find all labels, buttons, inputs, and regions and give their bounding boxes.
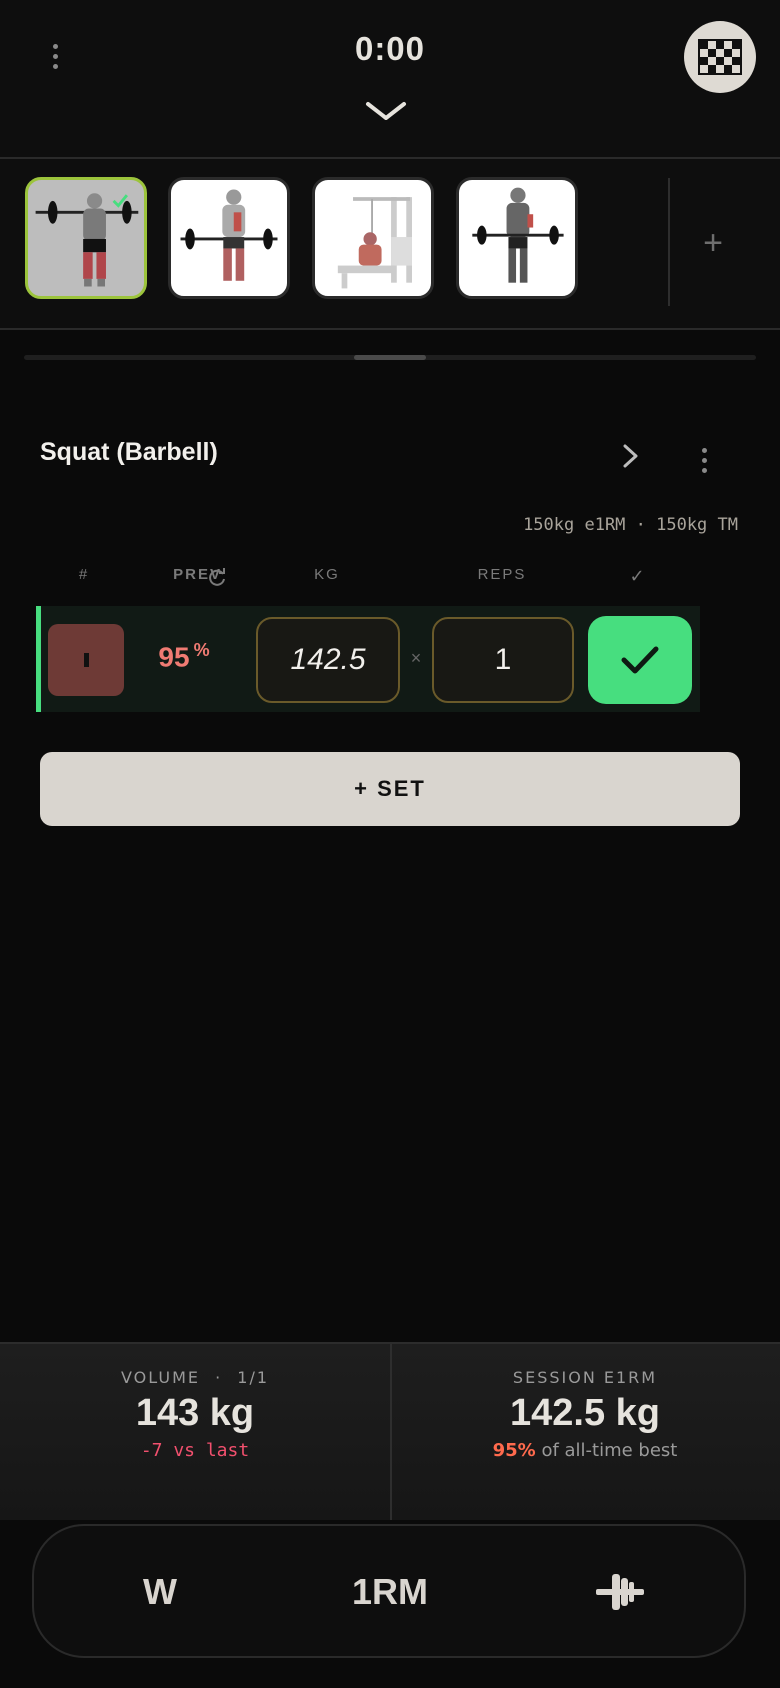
e1rm-label: SESSION E1RM <box>512 1368 658 1387</box>
plate-calculator-icon <box>596 1574 644 1610</box>
exercise-options-kebab-icon[interactable] <box>692 440 716 480</box>
checkmark-icon <box>621 646 659 674</box>
barbell-row-figure-icon <box>180 189 278 281</box>
plate-calculator-button[interactable] <box>580 1560 660 1624</box>
volume-label: VOLUME · 1/1 <box>0 1368 390 1387</box>
volume-delta: -7 vs last <box>140 1440 250 1461</box>
one-rm-button[interactable]: 1RM <box>330 1560 450 1624</box>
reps-input[interactable]: 1 <box>432 617 574 703</box>
col-header-kg: KG <box>314 566 340 583</box>
checkered-flag-icon <box>698 39 742 75</box>
volume-separator: · <box>215 1368 223 1387</box>
prev-percent-value: 95 <box>158 641 190 673</box>
exercise-thumb-barbell-curl[interactable] <box>456 177 578 299</box>
add-exercise-plus-icon[interactable]: + <box>688 218 738 268</box>
prev-value[interactable]: 95% <box>134 640 234 673</box>
set-type-button[interactable] <box>48 624 124 696</box>
exercise-thumb-lat-pulldown[interactable] <box>312 177 434 299</box>
volume-number: 143 <box>135 1392 200 1434</box>
times-symbol: × <box>410 648 422 668</box>
collapse-chevron-down-icon[interactable] <box>362 96 410 126</box>
volume-label-text: VOLUME <box>120 1368 200 1387</box>
squat-figure-icon <box>35 193 139 287</box>
top-bar <box>0 0 780 159</box>
menu-kebab-icon[interactable] <box>43 36 67 76</box>
refresh-icon[interactable] <box>206 566 228 588</box>
prev-percent-unit: % <box>193 640 210 660</box>
e1rm-percent: 95% <box>492 1440 536 1461</box>
weight-input[interactable]: 142.5 <box>256 617 400 703</box>
e1rm-suffix: of all-time best <box>541 1440 678 1461</box>
volume-count: 1/1 <box>237 1368 270 1387</box>
finish-workout-button[interactable] <box>684 21 756 93</box>
strip-scrollbar-thumb[interactable] <box>354 355 426 360</box>
exercise-details-chevron-right-icon[interactable] <box>616 440 644 472</box>
e1rm-value: 142.5 kg <box>510 1392 660 1434</box>
barbell-curl-figure-icon <box>472 187 564 283</box>
exercise-thumb-squat[interactable] <box>25 177 147 299</box>
complete-set-button[interactable] <box>588 616 692 704</box>
exercise-metrics: 150kg e1RM · 150kg TM <box>523 515 738 535</box>
workout-timer: 0:00 <box>354 30 426 67</box>
col-header-number: # <box>78 566 90 583</box>
e1rm-comparison: 95% of all-time best <box>390 1440 780 1461</box>
strip-divider <box>668 178 670 306</box>
volume-unit: kg <box>209 1392 255 1434</box>
exercise-title[interactable]: Squat (Barbell) <box>40 438 218 467</box>
col-header-done: ✓ <box>629 566 647 586</box>
volume-value: 143 kg <box>0 1392 390 1435</box>
warmup-button[interactable]: W <box>110 1560 210 1624</box>
set-row-completed-bar <box>36 606 41 712</box>
exercise-thumb-barbell-row[interactable] <box>168 177 290 299</box>
col-header-reps: REPS <box>477 566 527 583</box>
add-set-button[interactable]: + SET <box>40 752 740 826</box>
lat-pulldown-figure-icon <box>337 197 412 289</box>
